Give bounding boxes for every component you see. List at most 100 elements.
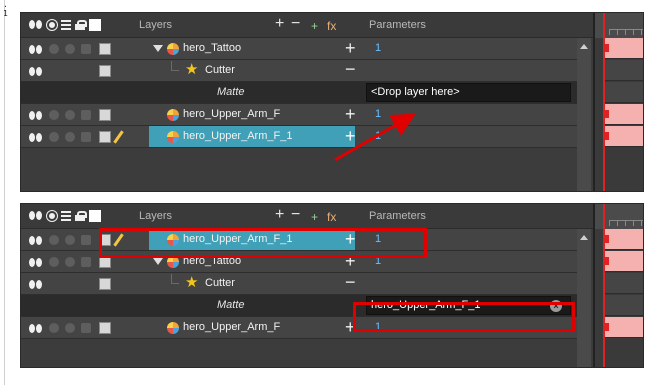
color-swatch-icon[interactable] [89, 19, 101, 31]
color-swatch-icon[interactable] [99, 43, 111, 55]
eye-icon[interactable] [29, 45, 43, 55]
vertical-scrollbar[interactable] [577, 38, 591, 191]
timeline-cell[interactable] [605, 82, 643, 103]
layer-row-hero-upper-arm-f[interactable]: hero_Upper_Arm_F + 1 [21, 104, 591, 126]
clear-icon[interactable]: × [550, 300, 562, 312]
parameter-value[interactable]: 1 [375, 255, 381, 267]
layer-row-cutter[interactable]: ★ Cutter − [21, 60, 591, 82]
header-toggle-icons [29, 19, 101, 31]
parameter-value[interactable]: 1 [375, 233, 381, 245]
eye-icon[interactable] [29, 280, 43, 290]
color-swatch-icon[interactable] [99, 131, 111, 143]
playhead[interactable] [603, 204, 605, 367]
lock-icon[interactable] [81, 257, 91, 267]
lock-icon[interactable] [75, 20, 87, 30]
stack-icon[interactable] [61, 211, 71, 221]
layer-row-cutter[interactable]: ★ Cutter − [21, 273, 591, 295]
collapse-button[interactable]: − [345, 273, 356, 291]
lock-icon[interactable] [81, 110, 91, 120]
add-effect-button[interactable]: fx [327, 18, 336, 34]
eye-icon[interactable] [29, 258, 43, 268]
stack-icon[interactable] [65, 132, 75, 142]
layer-row-hero-tattoo[interactable]: hero_Tattoo + 1 [21, 38, 591, 60]
stack-icon[interactable] [65, 110, 75, 120]
timeline-cell[interactable] [605, 273, 643, 294]
add-layer-button[interactable]: + [275, 16, 284, 32]
lock-icon[interactable] [81, 132, 91, 142]
dot-icon[interactable] [47, 20, 57, 30]
timeline-cell[interactable] [605, 104, 643, 125]
add-button[interactable]: + [345, 230, 356, 248]
add-button[interactable]: + [345, 318, 356, 336]
add-button[interactable]: + [345, 252, 356, 270]
layer-row-hero-upper-arm-f-1[interactable]: hero_Upper_Arm_F_1 + 1 [21, 126, 591, 148]
add-button[interactable]: + [345, 39, 356, 57]
color-swatch-icon[interactable] [99, 234, 111, 246]
disclosure-triangle-icon[interactable] [153, 45, 163, 52]
color-swatch-icon[interactable] [99, 322, 111, 334]
layer-row-hero-upper-arm-f[interactable]: hero_Upper_Arm_F + 1 [21, 317, 591, 339]
vertical-scrollbar[interactable] [577, 229, 591, 367]
dot-icon[interactable] [49, 110, 59, 120]
eye-icon[interactable] [29, 324, 43, 334]
add-peg-button[interactable]: + [311, 18, 318, 34]
parameter-value[interactable]: 1 [375, 321, 381, 333]
add-effect-button[interactable]: fx [327, 209, 336, 225]
remove-layer-button[interactable]: − [291, 16, 300, 32]
lock-icon[interactable] [81, 323, 91, 333]
timeline-cell[interactable] [605, 295, 643, 316]
parameter-value[interactable]: 1 [375, 42, 381, 54]
add-button[interactable]: + [345, 105, 356, 123]
add-peg-button[interactable]: + [311, 209, 318, 225]
timeline-cell[interactable] [605, 38, 643, 59]
timeline-cell[interactable] [605, 229, 643, 250]
dot-icon[interactable] [47, 211, 57, 221]
remove-layer-button[interactable]: − [291, 207, 300, 223]
parameter-value[interactable]: 1 [375, 108, 381, 120]
eye-icon[interactable] [29, 20, 43, 30]
matte-drop-field[interactable]: hero_Upper_Arm_F_1 × [366, 296, 571, 315]
eye-icon[interactable] [29, 236, 43, 246]
timeline-strip[interactable] [593, 204, 643, 367]
scroll-up-icon[interactable] [580, 44, 588, 49]
parameters-title: Parameters [369, 210, 426, 222]
stack-icon[interactable] [65, 44, 75, 54]
parameter-value[interactable]: 1 [375, 130, 381, 142]
lock-icon[interactable] [75, 211, 87, 221]
timeline-cell[interactable] [605, 317, 643, 338]
eye-icon[interactable] [29, 111, 43, 121]
stack-icon[interactable] [65, 323, 75, 333]
dot-icon[interactable] [49, 132, 59, 142]
stack-icon[interactable] [65, 257, 75, 267]
color-swatch-icon[interactable] [89, 210, 101, 222]
color-swatch-icon[interactable] [99, 109, 111, 121]
dot-icon[interactable] [49, 235, 59, 245]
timeline-cell[interactable] [605, 251, 643, 272]
stack-icon[interactable] [65, 235, 75, 245]
stack-icon[interactable] [61, 20, 71, 30]
layer-row-hero-upper-arm-f-1[interactable]: hero_Upper_Arm_F_1 + 1 [21, 229, 591, 251]
playhead[interactable] [603, 13, 605, 191]
layer-drawing-icon [167, 109, 179, 121]
eye-icon[interactable] [29, 211, 43, 221]
collapse-button[interactable]: − [345, 60, 356, 78]
color-swatch-icon[interactable] [99, 278, 111, 290]
dot-icon[interactable] [49, 323, 59, 333]
color-swatch-icon[interactable] [99, 256, 111, 268]
timeline-cell[interactable] [605, 60, 643, 81]
eye-icon[interactable] [29, 67, 43, 77]
timeline-cell[interactable] [605, 126, 643, 147]
lock-icon[interactable] [81, 235, 91, 245]
scroll-up-icon[interactable] [580, 235, 588, 240]
eye-icon[interactable] [29, 133, 43, 143]
add-layer-button[interactable]: + [275, 207, 284, 223]
dot-icon[interactable] [49, 44, 59, 54]
disclosure-triangle-icon[interactable] [153, 258, 163, 265]
timeline-strip[interactable] [593, 13, 643, 191]
color-swatch-icon[interactable] [99, 65, 111, 77]
add-button[interactable]: + [345, 127, 356, 145]
layer-row-hero-tattoo[interactable]: hero_Tattoo + 1 [21, 251, 591, 273]
matte-drop-field[interactable]: <Drop layer here> [366, 83, 571, 102]
dot-icon[interactable] [49, 257, 59, 267]
lock-icon[interactable] [81, 44, 91, 54]
